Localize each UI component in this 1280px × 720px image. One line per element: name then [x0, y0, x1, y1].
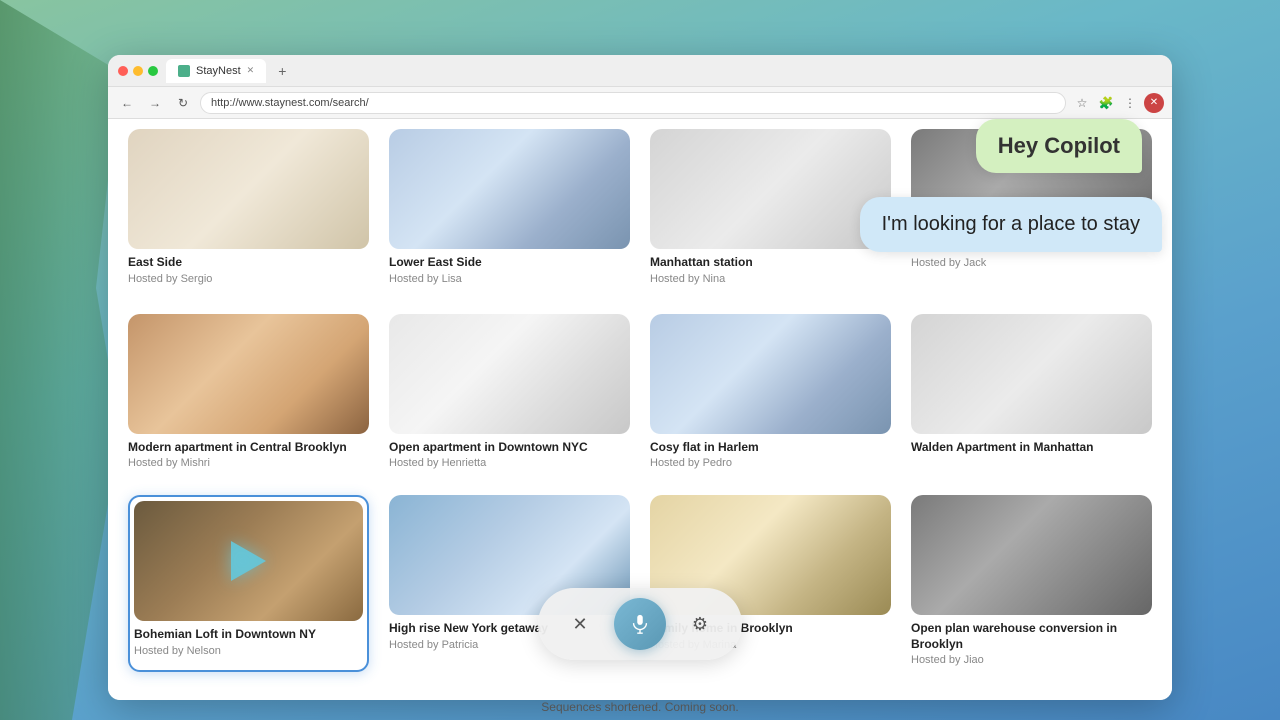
status-text: Sequences shortened. Coming soon. [541, 700, 738, 714]
top-partial-row: East Side Hosted by Sergio Lower East Si… [128, 119, 1152, 304]
browser-window: StayNest ✕ + ← → ↻ http://www.staynest.c… [108, 55, 1172, 700]
extensions-icon[interactable]: 🧩 [1096, 93, 1116, 113]
window-controls [118, 66, 158, 76]
listing-title: Manhattan station [650, 255, 891, 271]
listing-host: Hosted by Nelson [134, 645, 363, 657]
listing-card[interactable]: Open apartment in Downtown NYC Hosted by… [389, 314, 630, 476]
listing-host: Hosted by Pedro [650, 457, 891, 469]
url-text: http://www.staynest.com/search/ [211, 97, 369, 109]
listing-host: Hosted by Henrietta [389, 457, 630, 469]
listing-card-selected[interactable]: Bohemian Loft in Downtown NY Hosted by N… [128, 495, 369, 672]
listings-row-2: Modern apartment in Central Brooklyn Hos… [128, 304, 1152, 486]
bottom-controls: ✕ ⚙ [538, 588, 742, 660]
settings-button[interactable]: ⚙ [678, 602, 722, 646]
listing-card[interactable]: Manhattan station Hosted by Nina [650, 129, 891, 299]
tab-close-icon[interactable]: ✕ [247, 65, 255, 76]
play-icon[interactable] [231, 541, 266, 581]
toolbar-icons: ☆ 🧩 ⋮ ✕ [1072, 93, 1164, 113]
listing-host: Hosted by Lisa [389, 273, 630, 285]
listing-host: Hosted by Jack [911, 257, 1152, 269]
listing-card[interactable]: Walden Apartment in Manhattan [911, 314, 1152, 476]
new-tab-button[interactable]: + [272, 61, 292, 81]
close-dot[interactable] [118, 66, 128, 76]
maximize-dot[interactable] [148, 66, 158, 76]
listing-card[interactable]: Lower East Side Hosted by Lisa [389, 129, 630, 299]
listing-title: Lower East Side [389, 255, 630, 271]
listing-card[interactable]: Cosy flat in Harlem Hosted by Pedro [650, 314, 891, 476]
listing-title: Cosy flat in Harlem [650, 440, 891, 456]
listing-title: Walden Apartment in Manhattan [911, 440, 1152, 456]
listing-host: Hosted by Nina [650, 273, 891, 285]
mic-icon [629, 613, 651, 635]
cancel-button[interactable]: ✕ [558, 602, 602, 646]
back-button[interactable]: ← [116, 92, 138, 114]
minimize-dot[interactable] [133, 66, 143, 76]
play-overlay[interactable] [224, 536, 274, 586]
menu-icon[interactable]: ⋮ [1120, 93, 1140, 113]
listing-host: Hosted by Jiao [911, 654, 1152, 666]
listing-host: Hosted by Sergio [128, 273, 369, 285]
address-bar[interactable]: http://www.staynest.com/search/ [200, 92, 1066, 114]
refresh-button[interactable]: ↻ [172, 92, 194, 114]
status-bar: Sequences shortened. Coming soon. [0, 700, 1280, 714]
tab-bar: StayNest ✕ + [166, 59, 1162, 83]
tab-favicon [178, 65, 190, 77]
listing-card[interactable]: East Side Hosted by Sergio [128, 129, 369, 299]
tab-label: StayNest [196, 65, 241, 77]
listing-title: Open apartment in Downtown NYC [389, 440, 630, 456]
browser-titlebar: StayNest ✕ + [108, 55, 1172, 87]
mic-button[interactable] [614, 598, 666, 650]
close-browser-icon[interactable]: ✕ [1144, 93, 1164, 113]
listings-row-4-partial [128, 692, 1152, 700]
listing-title: Open plan warehouse conversion in Brookl… [911, 621, 1152, 652]
bookmark-icon[interactable]: ☆ [1072, 93, 1092, 113]
listing-card[interactable]: Open plan warehouse conversion in Brookl… [911, 495, 1152, 672]
listing-card[interactable]: Hosted by Jack [911, 129, 1152, 299]
listing-title: Modern apartment in Central Brooklyn [128, 440, 369, 456]
browser-tab[interactable]: StayNest ✕ [166, 59, 266, 83]
forward-button[interactable]: → [144, 92, 166, 114]
listing-host: Hosted by Mishri [128, 457, 369, 469]
listing-title: Bohemian Loft in Downtown NY [134, 627, 363, 643]
browser-toolbar: ← → ↻ http://www.staynest.com/search/ ☆ … [108, 87, 1172, 119]
listing-card[interactable]: Modern apartment in Central Brooklyn Hos… [128, 314, 369, 476]
listing-title: East Side [128, 255, 369, 271]
